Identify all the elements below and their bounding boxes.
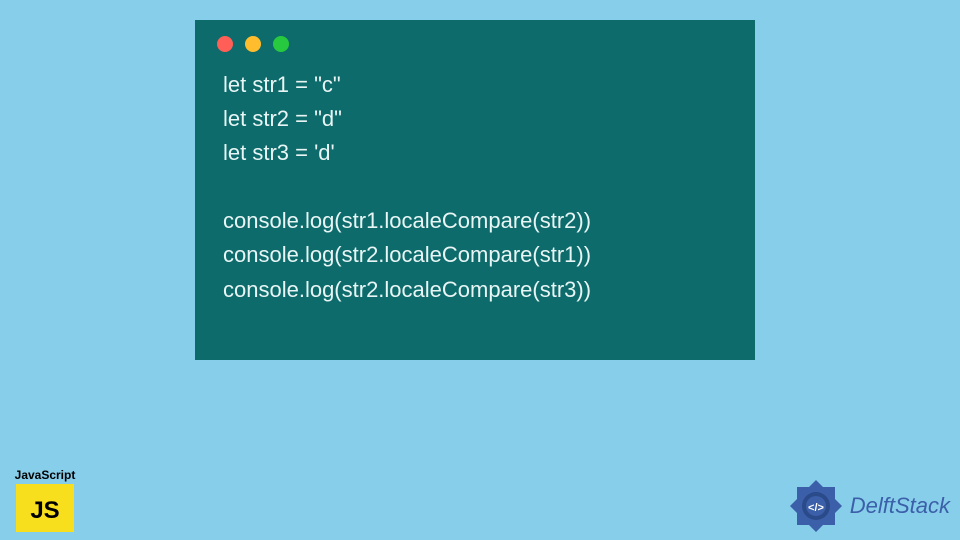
javascript-label: JavaScript — [10, 468, 80, 482]
window-controls — [195, 20, 755, 62]
js-logo-text: JS — [30, 497, 59, 524]
javascript-badge: JavaScript JS — [10, 468, 80, 532]
brand: </> DelftStack — [788, 478, 950, 534]
close-icon — [217, 36, 233, 52]
javascript-logo-icon: JS — [16, 484, 74, 532]
brand-logo-icon: </> — [788, 478, 844, 534]
svg-text:</>: </> — [808, 502, 824, 514]
code-block: let str1 = "c" let str2 = "d" let str3 =… — [195, 62, 755, 313]
maximize-icon — [273, 36, 289, 52]
code-window: let str1 = "c" let str2 = "d" let str3 =… — [195, 20, 755, 360]
brand-name: DelftStack — [850, 493, 950, 519]
minimize-icon — [245, 36, 261, 52]
